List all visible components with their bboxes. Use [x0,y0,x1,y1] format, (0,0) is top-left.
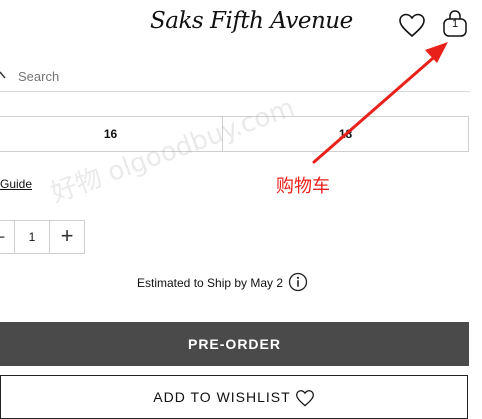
annotation-label: 购物车 [276,176,330,197]
cart-count-badge: 1 [451,18,459,30]
quantity-increase-button[interactable]: + [50,221,84,253]
wishlist-button-label: ADD TO WISHLIST [153,389,291,405]
add-to-wishlist-button[interactable]: ADD TO WISHLIST [0,375,468,419]
quantity-decrease-button[interactable]: − [0,221,8,253]
search-icon[interactable] [0,64,10,84]
size-guide-link[interactable]: Guide [0,177,32,191]
heart-icon [295,390,314,407]
ship-estimate-text: Estimated to Ship by May 2 [137,276,284,290]
info-icon[interactable] [288,272,308,292]
pre-order-button[interactable]: PRE-ORDER [0,322,469,366]
saks-logo[interactable]: Saks Fifth Avenue [150,8,353,42]
wishlist-heart-icon[interactable] [398,12,426,38]
search-underline [0,91,470,92]
quantity-value[interactable]: 1 [15,221,49,253]
